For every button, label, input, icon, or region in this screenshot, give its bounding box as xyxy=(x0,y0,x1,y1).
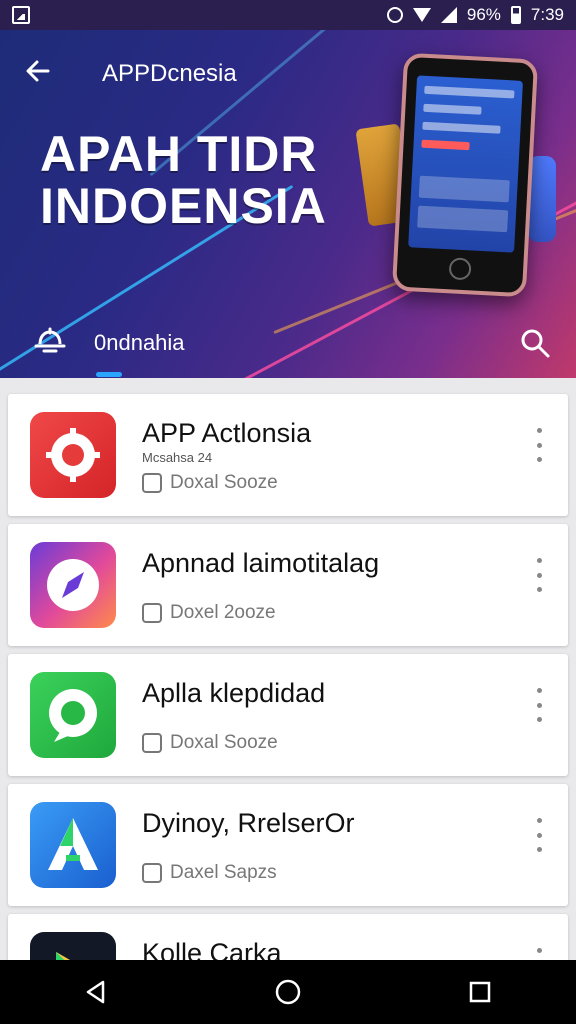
message-icon xyxy=(142,733,162,753)
list-item[interactable]: Apnnad laimotitalag Doxel 2ooze xyxy=(8,524,568,646)
app-meta-text: Doxal Sooze xyxy=(170,472,278,493)
app-meta: Doxal Sooze xyxy=(142,472,278,494)
list-item[interactable]: APP Actlonsia Mcsahsa 24 Doxal Sooze xyxy=(8,394,568,516)
app-subtitle: Mcsahsa 24 xyxy=(142,450,213,465)
app-meta: Doxal Sooze xyxy=(142,732,278,754)
play-store-icon xyxy=(56,952,70,960)
hero-line-1: APAH TIDR xyxy=(40,126,318,182)
chat-bubble-icon xyxy=(49,689,97,742)
nav-recents-button[interactable] xyxy=(460,972,500,1012)
more-options-button[interactable] xyxy=(532,558,546,592)
status-bar: 96% 7:39 xyxy=(0,0,576,30)
app-name: APP Actlonsia xyxy=(142,418,312,448)
system-nav-bar xyxy=(0,960,576,1024)
app-title: APPDcnesia xyxy=(102,60,237,87)
wifi-icon xyxy=(412,8,431,22)
compass-icon xyxy=(47,559,99,611)
app-icon xyxy=(30,802,116,888)
hero-heading: APAH TIDR INDOENSIA xyxy=(40,128,327,232)
more-options-button[interactable] xyxy=(532,688,546,722)
battery-icon xyxy=(510,6,521,24)
list-item[interactable]: Kolle Carka xyxy=(8,914,568,960)
app-name: Kolle Carka xyxy=(142,938,282,960)
signal-icon xyxy=(440,7,457,23)
check-icon xyxy=(142,603,162,623)
nav-back-button[interactable] xyxy=(76,972,116,1012)
tab-row: 0ndnahia xyxy=(0,310,576,378)
tab-indicator xyxy=(96,372,122,377)
hero-line-2: INDOENSIA xyxy=(40,178,327,234)
more-options-button[interactable] xyxy=(532,948,546,960)
app-meta-text: Doxal Sooze xyxy=(170,732,278,753)
more-options-button[interactable] xyxy=(532,818,546,852)
square-recents-icon xyxy=(469,981,491,1003)
phone-screen xyxy=(408,75,524,253)
arrow-back-icon xyxy=(26,60,50,82)
gallery-notification-icon xyxy=(12,6,30,24)
phone-home-button xyxy=(448,257,472,281)
app-name: Dyinoy, RrelserOr xyxy=(142,808,355,838)
more-options-button[interactable] xyxy=(532,428,546,462)
status-icons: 96% 7:39 xyxy=(386,5,564,25)
app-meta-text: Doxel 2ooze xyxy=(170,602,276,623)
app-name: Apnnad laimotitalag xyxy=(142,548,380,578)
triangle-logo-icon xyxy=(48,818,98,870)
phone-illustration xyxy=(391,52,539,298)
tab-home[interactable] xyxy=(32,324,68,360)
circle-home-icon xyxy=(275,979,301,1005)
check-icon xyxy=(142,473,162,493)
alarm-icon xyxy=(386,7,403,23)
app-meta: Daxel Sapzs xyxy=(142,862,277,884)
gear-chat-icon xyxy=(46,428,100,482)
back-button[interactable] xyxy=(22,56,56,90)
header-banner: APPDcnesia APAH TIDR INDOENSIA 0ndnahia xyxy=(0,30,576,378)
battery-percent: 96% xyxy=(466,5,501,24)
list-item[interactable]: Dyinoy, RrelserOr Daxel Sapzs xyxy=(8,784,568,906)
app-list: APP Actlonsia Mcsahsa 24 Doxal Sooze Apn… xyxy=(0,378,576,960)
app-meta: Doxel 2ooze xyxy=(142,602,276,624)
app-icon xyxy=(30,932,116,960)
triangle-back-icon xyxy=(86,980,105,1004)
app-meta-text: Daxel Sapzs xyxy=(170,862,277,883)
search-button[interactable] xyxy=(518,326,552,360)
list-item[interactable]: Aplla klepdidad Doxal Sooze xyxy=(8,654,568,776)
notification-bell-icon xyxy=(34,327,66,353)
app-icon xyxy=(30,672,116,758)
app-name: Aplla klepdidad xyxy=(142,678,326,708)
tab-label[interactable]: 0ndnahia xyxy=(94,330,185,356)
app-icon xyxy=(30,542,116,628)
clock: 7:39 xyxy=(530,5,564,24)
checkbox-icon xyxy=(142,863,162,883)
app-icon xyxy=(30,412,116,498)
search-icon xyxy=(521,329,550,358)
nav-home-button[interactable] xyxy=(268,972,308,1012)
